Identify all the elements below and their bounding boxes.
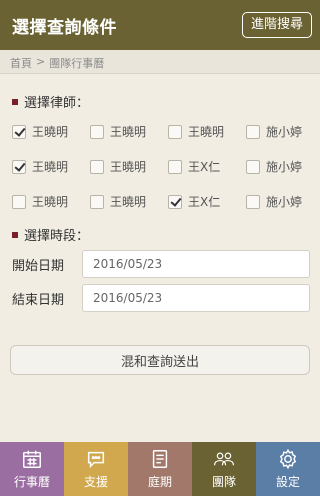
lawyer-name: 王曉明 — [32, 160, 69, 174]
lawyer-checkbox[interactable] — [246, 194, 260, 209]
gear-icon — [279, 448, 297, 470]
lawyer-checkbox[interactable] — [246, 159, 260, 174]
lawyer-name: 王曉明 — [110, 125, 147, 139]
lawyer-checkbox[interactable] — [90, 124, 104, 139]
tab-label: 庭期 — [147, 475, 172, 489]
submit-search-button[interactable]: 混和查詢送出 — [10, 345, 310, 375]
chat-bubble-icon — [87, 451, 105, 469]
lawyer-option[interactable]: 施小婷 — [246, 123, 312, 140]
start-date-input[interactable]: 2016/05/23 — [82, 250, 310, 278]
period-section-label: 選擇時段： — [24, 229, 90, 244]
tab-calendar[interactable]: 行事曆 — [0, 442, 64, 496]
tab-team[interactable]: 團隊 — [192, 442, 256, 496]
lawyers-section-title: 選擇律師： — [12, 92, 89, 111]
lawyer-option[interactable]: 王X仁 — [168, 193, 246, 210]
lawyer-name: 王曉明 — [188, 125, 225, 139]
lawyer-checkbox[interactable] — [12, 159, 26, 174]
lawyer-checkbox[interactable] — [12, 194, 26, 209]
lawyer-row: 王曉明 王曉明 王X仁 施小婷 — [12, 149, 312, 184]
section-marker — [12, 231, 18, 238]
lawyer-checkbox[interactable] — [168, 159, 182, 174]
lawyer-option[interactable]: 王曉明 — [90, 158, 168, 175]
end-date-input[interactable]: 2016/05/23 — [82, 284, 310, 312]
lawyer-checkbox-grid: 王曉明 王曉明 王曉明 施小婷 王曉明 王曉明 王X仁 施小婷 王曉明 王曉明 王X仁 施小婷 — [12, 114, 312, 219]
tab-label: 行事曆 — [13, 475, 50, 489]
lawyer-name: 王X仁 — [188, 195, 221, 209]
lawyer-name: 施小婷 — [266, 160, 303, 174]
bottom-tab-bar: 行事曆 支援 庭期 團隊 設定 — [0, 442, 320, 496]
tab-label: 支援 — [83, 475, 108, 489]
period-section-title: 選擇時段： — [12, 225, 89, 244]
start-date-label: 開始日期 — [12, 258, 65, 274]
lawyer-option[interactable]: 王曉明 — [90, 123, 168, 140]
tab-settings[interactable]: 設定 — [256, 442, 320, 496]
tab-label: 團隊 — [211, 475, 236, 489]
lawyer-name: 王X仁 — [188, 160, 221, 174]
calendar-icon — [23, 450, 41, 468]
lawyer-option[interactable]: 施小婷 — [246, 158, 312, 175]
lawyer-checkbox[interactable] — [246, 124, 260, 139]
lawyers-section-label: 選擇律師： — [24, 96, 90, 111]
breadcrumb-home[interactable]: 首頁 — [10, 55, 32, 70]
section-marker — [12, 98, 18, 105]
lawyer-name: 施小婷 — [266, 195, 303, 209]
lawyer-checkbox[interactable] — [168, 124, 182, 139]
lawyer-name: 王曉明 — [110, 195, 147, 209]
end-date-row: 結束日期 2016/05/23 — [12, 284, 310, 312]
lawyer-option[interactable]: 王曉明 — [168, 123, 246, 140]
lawyer-row: 王曉明 王曉明 王X仁 施小婷 — [12, 184, 312, 219]
lawyer-option[interactable]: 王X仁 — [168, 158, 246, 175]
page-title: 選擇查詢條件 — [12, 17, 117, 38]
breadcrumb-current: 團隊行事曆 — [49, 57, 105, 70]
lawyer-checkbox[interactable] — [168, 194, 182, 209]
lawyer-row: 王曉明 王曉明 王曉明 施小婷 — [12, 114, 312, 149]
lawyer-option[interactable]: 施小婷 — [246, 193, 312, 210]
lawyer-option[interactable]: 王曉明 — [12, 123, 90, 140]
lawyer-checkbox[interactable] — [90, 159, 104, 174]
lawyer-name: 王曉明 — [110, 160, 147, 174]
lawyer-checkbox[interactable] — [90, 194, 104, 209]
lawyer-option[interactable]: 王曉明 — [12, 193, 90, 210]
team-icon — [213, 452, 235, 466]
breadcrumb-separator: > — [36, 55, 46, 68]
lawyer-option[interactable]: 王曉明 — [90, 193, 168, 210]
lawyer-name: 施小婷 — [266, 125, 303, 139]
document-icon — [152, 450, 168, 468]
tab-support[interactable]: 支援 — [64, 442, 128, 496]
app-header: 選擇查詢條件 進階搜尋 — [0, 0, 320, 50]
advanced-search-button[interactable]: 進階搜尋 — [241, 12, 312, 38]
lawyer-name: 王曉明 — [32, 125, 69, 139]
lawyer-option[interactable]: 王曉明 — [12, 158, 90, 175]
lawyer-checkbox[interactable] — [12, 124, 26, 139]
breadcrumb: 首頁 > 團隊行事曆 — [0, 50, 320, 74]
start-date-row: 開始日期 2016/05/23 — [12, 250, 310, 278]
lawyer-name: 王曉明 — [32, 195, 69, 209]
tab-hearing[interactable]: 庭期 — [128, 442, 192, 496]
end-date-label: 結束日期 — [12, 292, 65, 308]
tab-label: 設定 — [275, 475, 300, 489]
